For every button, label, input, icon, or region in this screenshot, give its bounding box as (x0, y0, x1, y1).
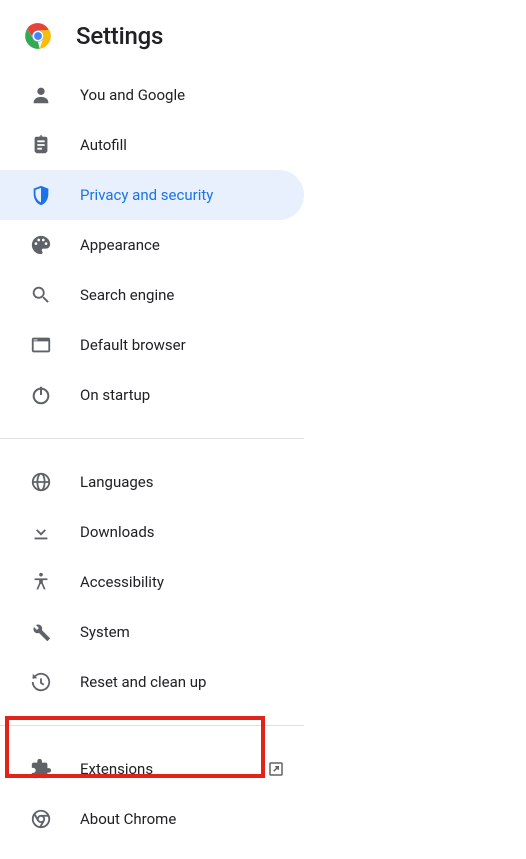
chrome-outline-icon (30, 808, 52, 830)
accessibility-icon (30, 571, 52, 593)
nav-item-downloads[interactable]: Downloads (0, 507, 304, 557)
autofill-icon (30, 134, 52, 156)
nav-item-system[interactable]: System (0, 607, 304, 657)
nav-item-label: Downloads (80, 523, 286, 541)
palette-icon (30, 234, 52, 256)
download-icon (30, 521, 52, 543)
nav-item-label: About Chrome (80, 810, 286, 828)
settings-nav: You and Google Autofill Privacy and secu… (0, 70, 304, 844)
chrome-logo-icon (24, 22, 52, 50)
nav-divider (0, 725, 304, 726)
globe-icon (30, 471, 52, 493)
nav-item-extensions[interactable]: Extensions (0, 744, 304, 794)
open-external-icon (266, 759, 286, 779)
nav-item-search-engine[interactable]: Search engine (0, 270, 304, 320)
nav-item-about-chrome[interactable]: About Chrome (0, 794, 304, 844)
nav-item-label: You and Google (80, 86, 286, 104)
nav-item-autofill[interactable]: Autofill (0, 120, 304, 170)
power-icon (30, 384, 52, 406)
nav-item-label: Reset and clean up (80, 673, 286, 691)
settings-header: Settings (0, 0, 526, 70)
nav-item-reset[interactable]: Reset and clean up (0, 657, 304, 707)
nav-item-accessibility[interactable]: Accessibility (0, 557, 304, 607)
nav-item-appearance[interactable]: Appearance (0, 220, 304, 270)
browser-icon (30, 334, 52, 356)
wrench-icon (30, 621, 52, 643)
nav-item-label: Default browser (80, 336, 286, 354)
nav-item-label: Privacy and security (80, 186, 286, 204)
page-title: Settings (76, 22, 163, 50)
nav-item-privacy-security[interactable]: Privacy and security (0, 170, 304, 220)
restore-icon (30, 671, 52, 693)
nav-divider (0, 438, 304, 439)
extension-icon (30, 758, 52, 780)
nav-item-label: Accessibility (80, 573, 286, 591)
nav-item-on-startup[interactable]: On startup (0, 370, 304, 420)
nav-item-label: Appearance (80, 236, 286, 254)
nav-item-label: Search engine (80, 286, 286, 304)
nav-item-languages[interactable]: Languages (0, 457, 304, 507)
nav-item-label: On startup (80, 386, 286, 404)
person-icon (30, 84, 52, 106)
nav-item-label: Autofill (80, 136, 286, 154)
nav-item-label: Extensions (80, 760, 238, 778)
nav-item-label: System (80, 623, 286, 641)
shield-icon (30, 184, 52, 206)
nav-item-you-and-google[interactable]: You and Google (0, 70, 304, 120)
search-icon (30, 284, 52, 306)
nav-item-default-browser[interactable]: Default browser (0, 320, 304, 370)
nav-item-label: Languages (80, 473, 286, 491)
